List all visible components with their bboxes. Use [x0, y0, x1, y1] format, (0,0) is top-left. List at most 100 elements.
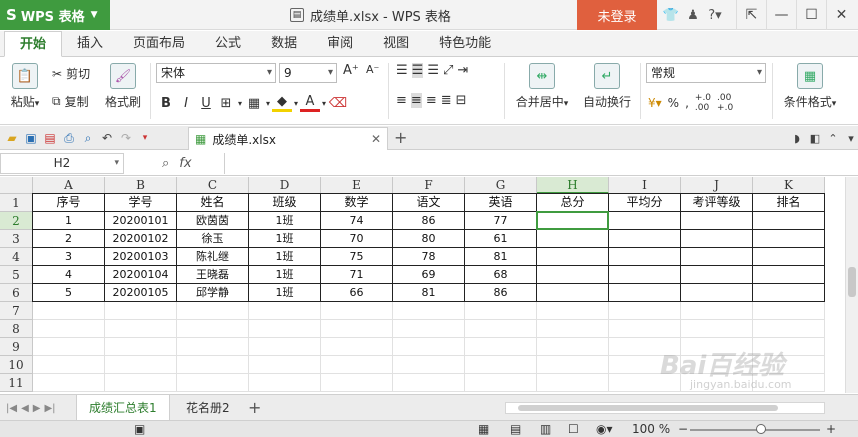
tab-page-layout[interactable]: 页面布局 — [118, 32, 200, 56]
column-header[interactable]: C — [177, 177, 249, 194]
increase-font-button[interactable]: A⁺ — [343, 63, 359, 78]
table-cell[interactable] — [753, 212, 825, 230]
table-cell[interactable] — [177, 320, 249, 338]
orientation-icon[interactable]: ⤢ — [443, 63, 453, 78]
table-cell[interactable]: 5 — [33, 284, 105, 302]
table-cell[interactable]: 86 — [393, 212, 465, 230]
table-cell[interactable] — [753, 248, 825, 266]
table-cell[interactable]: 20200101 — [105, 212, 177, 230]
table-cell[interactable] — [753, 302, 825, 320]
decrease-font-button[interactable]: A⁻ — [366, 63, 379, 76]
table-cell[interactable] — [537, 356, 609, 374]
table-cell[interactable] — [537, 320, 609, 338]
table-cell[interactable] — [753, 374, 825, 392]
header-cell[interactable]: 学号 — [105, 194, 177, 212]
font-name-select[interactable]: 宋体 — [156, 63, 276, 83]
add-sheet-button[interactable]: + — [248, 395, 261, 421]
shirt-icon[interactable]: 👕 — [660, 8, 682, 23]
skin-icon[interactable]: ♟ — [682, 8, 704, 23]
table-cell[interactable]: 71 — [321, 266, 393, 284]
chevron-down-icon[interactable]: ▾ — [236, 99, 244, 108]
table-cell[interactable]: 1班 — [249, 284, 321, 302]
row-header[interactable]: 5 — [0, 266, 33, 284]
scrollbar-thumb[interactable] — [848, 267, 856, 297]
table-cell[interactable] — [753, 266, 825, 284]
table-cell[interactable] — [609, 266, 681, 284]
table-cell[interactable]: 68 — [465, 266, 537, 284]
app-menu-button[interactable]: S WPS 表格 ▼ — [0, 0, 110, 30]
table-cell[interactable]: 王晓磊 — [177, 266, 249, 284]
table-cell[interactable] — [537, 338, 609, 356]
column-header[interactable]: A — [33, 177, 105, 194]
row-header[interactable]: 8 — [0, 320, 33, 338]
table-cell[interactable] — [321, 356, 393, 374]
tab-formulas[interactable]: 公式 — [200, 32, 256, 56]
table-cell[interactable]: 70 — [321, 230, 393, 248]
table-cell[interactable]: 20200103 — [105, 248, 177, 266]
backup-icon[interactable]: ◧ — [808, 132, 822, 145]
table-cell[interactable] — [681, 374, 753, 392]
eye-protect-icon[interactable]: ◉▾ — [596, 421, 613, 437]
table-cell[interactable] — [321, 374, 393, 392]
insert-function-icon[interactable]: fx — [179, 156, 191, 171]
fill-pattern-icon[interactable]: ▦ — [244, 96, 264, 111]
table-cell[interactable] — [33, 302, 105, 320]
table-cell[interactable] — [321, 320, 393, 338]
column-header[interactable]: I — [609, 177, 681, 194]
table-cell[interactable]: 20200102 — [105, 230, 177, 248]
chevron-down-icon[interactable]: ▾ — [264, 99, 272, 108]
table-cell[interactable] — [465, 374, 537, 392]
table-cell[interactable]: 20200104 — [105, 266, 177, 284]
table-cell[interactable] — [393, 338, 465, 356]
header-cell[interactable]: 平均分 — [609, 194, 681, 212]
login-button[interactable]: 未登录 — [577, 0, 657, 30]
tab-data[interactable]: 数据 — [256, 32, 312, 56]
table-cell[interactable] — [681, 356, 753, 374]
horizontal-scrollbar[interactable] — [505, 402, 825, 414]
table-cell[interactable] — [33, 374, 105, 392]
table-cell[interactable]: 1班 — [249, 248, 321, 266]
row-header[interactable]: 10 — [0, 356, 33, 374]
row-header[interactable]: 7 — [0, 302, 33, 320]
number-format-select[interactable]: 常规 — [646, 63, 766, 83]
table-cell[interactable]: 80 — [393, 230, 465, 248]
header-cell[interactable]: 序号 — [33, 194, 105, 212]
table-cell[interactable] — [393, 302, 465, 320]
customize-icon[interactable]: ▾ — [137, 133, 153, 143]
table-cell[interactable] — [249, 302, 321, 320]
spreadsheet-grid[interactable]: A B C D E F G H I J K 1 序号 学号 姓名 班级 数学 语文 英语 总分 平均分 考评等级 排名 2 1 2… — [0, 177, 858, 393]
normal-view-icon[interactable]: ▦ — [478, 421, 489, 437]
table-cell[interactable] — [105, 338, 177, 356]
table-cell[interactable] — [681, 230, 753, 248]
table-cell[interactable] — [753, 338, 825, 356]
table-cell[interactable] — [753, 230, 825, 248]
column-header[interactable]: G — [465, 177, 537, 194]
tab-special-features[interactable]: 特色功能 — [424, 32, 506, 56]
italic-icon[interactable]: I — [176, 96, 196, 111]
pdf-icon[interactable]: ▤ — [42, 131, 58, 145]
table-cell[interactable] — [681, 320, 753, 338]
table-cell[interactable] — [753, 356, 825, 374]
formula-input[interactable] — [224, 153, 858, 174]
cut-button[interactable]: ✂ 剪切 — [52, 65, 90, 82]
row-header[interactable]: 4 — [0, 248, 33, 266]
align-left-icon[interactable]: ≡ — [396, 93, 407, 108]
table-cell[interactable]: 3 — [33, 248, 105, 266]
table-cell[interactable] — [681, 212, 753, 230]
table-cell[interactable] — [249, 356, 321, 374]
font-color-icon[interactable]: A — [300, 94, 320, 112]
copy-button[interactable]: ⧉ 复制 — [52, 93, 89, 110]
close-icon[interactable]: ✕ — [826, 0, 856, 30]
table-cell[interactable] — [177, 374, 249, 392]
table-cell[interactable]: 欧茵茵 — [177, 212, 249, 230]
currency-icon[interactable]: ¥▾ — [648, 96, 662, 110]
column-header[interactable]: K — [753, 177, 825, 194]
table-cell[interactable] — [609, 284, 681, 302]
header-cell[interactable]: 语文 — [393, 194, 465, 212]
table-cell[interactable]: 77 — [465, 212, 537, 230]
table-cell[interactable]: 61 — [465, 230, 537, 248]
print-icon[interactable]: ⎙ — [61, 131, 77, 146]
decrease-decimal-icon[interactable]: .00 +.0 — [717, 93, 733, 113]
table-cell[interactable] — [393, 356, 465, 374]
table-cell[interactable] — [105, 320, 177, 338]
